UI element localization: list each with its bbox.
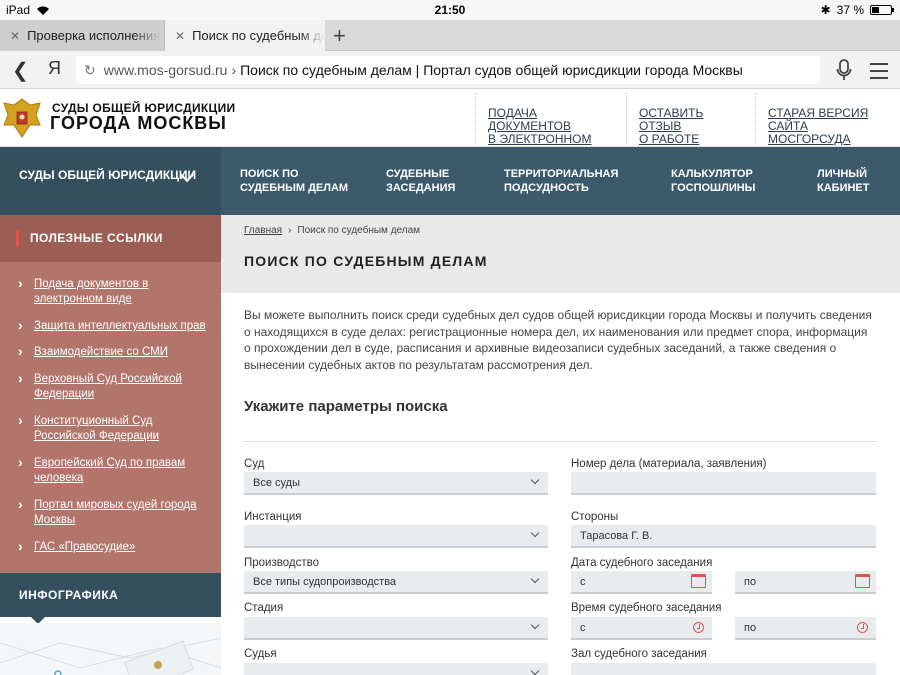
tab-check-execution[interactable]: ✕ Проверка исполнения xyxy=(0,20,165,51)
tab-label: Поиск по судебным делам xyxy=(192,28,325,43)
sidebar-link-magistrates[interactable]: Портал мировых судей города Москвы xyxy=(18,497,209,528)
coat-of-arms-icon xyxy=(3,98,41,138)
url-page-title: Поиск по судебным делам | Портал судов о… xyxy=(240,62,743,78)
clock-icon[interactable] xyxy=(857,622,868,633)
proceeding-select[interactable]: Все типы судопроизводства xyxy=(244,571,548,594)
chevron-down-icon xyxy=(530,574,540,584)
brand-line-2: ГОРОДА МОСКВЫ xyxy=(50,113,227,133)
infographics-title: ИНФОГРАФИКА xyxy=(19,588,119,602)
judge-select[interactable] xyxy=(244,663,548,675)
reload-icon[interactable]: ↻ xyxy=(84,62,96,79)
hearing-time-from-input[interactable]: с xyxy=(571,617,712,640)
breadcrumb-current: Поиск по судебным делам xyxy=(297,225,421,236)
page-title-box: Главная › Поиск по судебным делам ПОИСК ПО… xyxy=(221,215,900,293)
hearing-date-from-input[interactable]: с xyxy=(571,571,712,594)
useful-links-header: ПОЛЕЗНЫЕ ССЫЛКИ xyxy=(0,215,221,262)
instance-select[interactable] xyxy=(244,525,548,548)
url-separator: › xyxy=(231,62,237,78)
bluetooth-icon: ✱ xyxy=(820,3,831,17)
divider xyxy=(244,441,876,442)
form-title: Укажите параметры поиска xyxy=(244,398,448,415)
submit-documents-link[interactable]: ПОДАЧА ДОКУМЕНТОВ В ЭЛЕКТРОННОМ ВИДЕ xyxy=(475,93,625,159)
chevron-down-icon xyxy=(530,528,540,538)
hamburger-menu-icon[interactable] xyxy=(870,63,888,84)
nav-jurisdiction[interactable]: ТЕРРИТОРИАЛЬНАЯ ПОДСУДНОСТЬ xyxy=(504,167,644,195)
breadcrumb: Главная › Поиск по судебным делам xyxy=(244,225,420,236)
tab-case-search[interactable]: ✕ Поиск по судебным делам xyxy=(165,20,325,51)
site-header: СУДЫ ОБЩЕЙ ЮРИСДИКЦИИ ГОРОДА МОСКВЫ ПОДА… xyxy=(0,89,900,159)
infographics-map-image[interactable] xyxy=(0,623,221,675)
calendar-icon[interactable] xyxy=(855,574,870,588)
map-illustration-icon xyxy=(0,637,221,675)
judge-label: Судья xyxy=(244,648,277,660)
nav-court-hearings[interactable]: СУДЕБНЫЕ ЗАСЕДАНИЯ xyxy=(386,167,496,195)
tab-label: Проверка исполнения xyxy=(27,28,161,43)
new-tab-plus-icon[interactable]: + xyxy=(333,23,346,49)
chevron-down-icon xyxy=(530,666,540,675)
courts-dropdown[interactable]: СУДЫ ОБЩЕЙ ЮРИСДИКЦИИ xyxy=(0,147,221,215)
hearing-date-to-input[interactable]: по xyxy=(735,571,876,594)
breadcrumb-home[interactable]: Главная xyxy=(244,225,282,236)
sidebar-link-ip-protection[interactable]: Защита интеллектуальных прав xyxy=(18,318,209,334)
courts-dropdown-label: СУДЫ ОБЩЕЙ ЮРИСДИКЦИИ xyxy=(19,168,197,182)
case-number-label: Номер дела (материала, заявления) xyxy=(571,458,767,470)
useful-links-title: ПОЛЕЗНЫЕ ССЫЛКИ xyxy=(30,231,163,245)
nav-fee-calculator[interactable]: КАЛЬКУЛЯТОР ГОСПОШЛИНЫ xyxy=(671,167,791,195)
instance-label: Инстанция xyxy=(244,511,302,523)
parties-label: Стороны xyxy=(571,511,619,523)
proceeding-label: Производство xyxy=(244,557,319,569)
battery-icon xyxy=(870,5,894,15)
calendar-icon[interactable] xyxy=(691,574,706,588)
url-field[interactable]: ↻ www.mos-gorsud.ru › Поиск по судебным … xyxy=(76,56,820,84)
sidebar-link-constitutional-court[interactable]: Конституционный Суд Российской Федерации xyxy=(18,413,209,444)
chevron-down-icon xyxy=(530,475,540,485)
case-number-input[interactable] xyxy=(571,472,876,495)
battery-percent: 37 % xyxy=(836,3,864,17)
court-select[interactable]: Все суды xyxy=(244,472,548,495)
page-description: Вы можете выполнить поиск среди судебных… xyxy=(244,308,872,372)
hearing-time-to-input[interactable]: по xyxy=(735,617,876,640)
leave-feedback-link[interactable]: ОСТАВИТЬ ОТЗЫВ О РАБОТЕ ПОРТАЛА xyxy=(626,93,754,159)
close-tab-icon[interactable]: ✕ xyxy=(10,29,20,43)
sidebar-link-supreme-court[interactable]: Верховный Суд Российской Федерации xyxy=(18,371,209,402)
page-title: ПОИСК ПО СУДЕБНЫМ ДЕЛАМ xyxy=(244,253,488,269)
ios-status-bar: iPad 21:50 ✱ 37 % xyxy=(0,0,900,20)
chevron-down-icon xyxy=(530,620,540,630)
old-site-link[interactable]: СТАРАЯ ВЕРСИЯ САЙТА МОСГОРСУДА xyxy=(755,93,900,146)
sidebar-link-media[interactable]: Взаимодействие со СМИ xyxy=(18,344,209,360)
microphone-icon[interactable] xyxy=(836,59,852,81)
clock: 21:50 xyxy=(434,3,466,17)
infographics-header[interactable]: ИНФОГРАФИКА xyxy=(0,573,221,624)
main-content: Главная › Поиск по судебным делам ПОИСК ПО… xyxy=(221,215,900,675)
url-domain: www.mos-gorsud.ru xyxy=(103,62,228,78)
stage-select[interactable] xyxy=(244,617,548,640)
hall-label: Зал судебного заседания xyxy=(571,648,707,660)
back-arrow-icon[interactable]: ❮ xyxy=(12,58,29,83)
breadcrumb-separator: › xyxy=(288,225,292,236)
stage-label: Стадия xyxy=(244,602,284,614)
close-tab-icon[interactable]: ✕ xyxy=(175,29,185,43)
header-accent-bar xyxy=(16,230,19,247)
sidebar-link-gas-justice[interactable]: ГАС «Правосудие» xyxy=(18,539,209,555)
nav-personal-account[interactable]: ЛИЧНЫЙ КАБИНЕТ xyxy=(817,167,887,195)
useful-links-list: Подача документов в электронном виде Защ… xyxy=(0,262,221,577)
hearing-time-label: Время судебного заседания xyxy=(571,602,722,614)
clock-icon[interactable] xyxy=(693,622,704,633)
browser-tab-bar: ✕ Проверка исполнения ✕ Поиск по судебны… xyxy=(0,20,900,51)
sidebar: ПОЛЕЗНЫЕ ССЫЛКИ Подача документов в элек… xyxy=(0,215,221,675)
hall-input[interactable] xyxy=(571,663,876,675)
court-label: Суд xyxy=(244,458,265,470)
sidebar-link-e-filing[interactable]: Подача документов в электронном виде xyxy=(18,276,209,307)
sidebar-link-echr[interactable]: Европейский Суд по правам человека xyxy=(18,455,209,486)
yandex-logo-icon[interactable]: Я xyxy=(48,58,61,79)
nav-case-search[interactable]: ПОИСК ПО СУДЕБНЫМ ДЕЛАМ xyxy=(240,167,360,195)
main-navigation: СУДЫ ОБЩЕЙ ЮРИСДИКЦИИ ПОИСК ПО СУДЕБНЫМ … xyxy=(0,147,900,215)
hearing-date-label: Дата судебного заседания xyxy=(571,557,713,569)
address-bar: ❮ Я ↻ www.mos-gorsud.ru › Поиск по судеб… xyxy=(0,51,900,89)
parties-input[interactable]: Тарасова Г. В. xyxy=(571,525,876,548)
